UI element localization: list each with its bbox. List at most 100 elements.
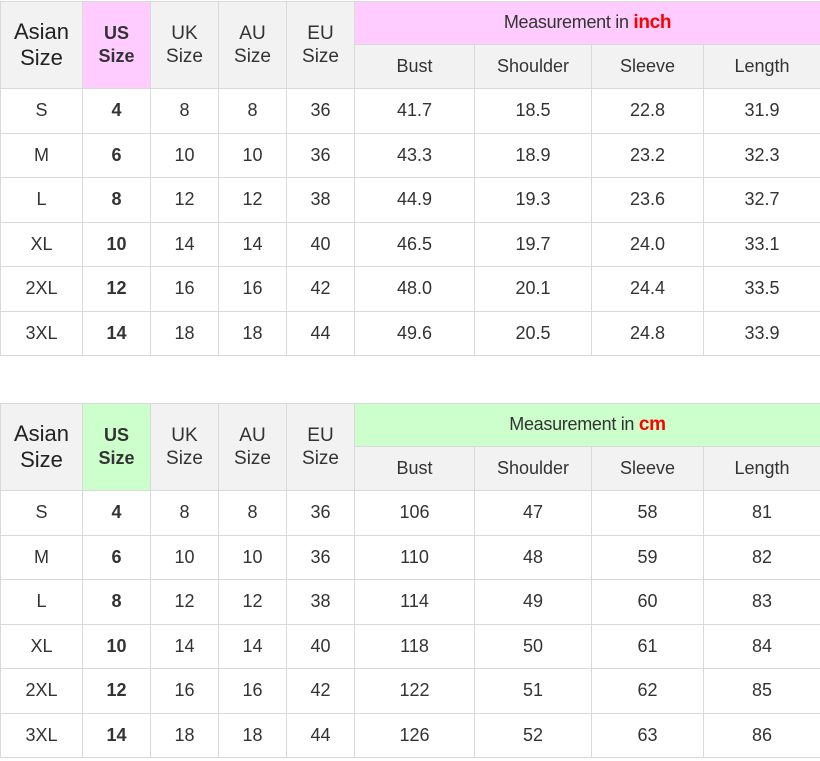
table-row: 2XL 12 16 16 42 48.0 20.1 24.4 33.5: [0, 266, 820, 312]
size-chart-inch: Asian Size US Size UK Size AU Size EU Size Me…: [0, 1, 820, 356]
cell-asian-size: L: [0, 177, 83, 223]
cell-uk-size: 8: [150, 88, 219, 134]
cell-length: 84: [703, 623, 820, 669]
table-row: XL 10 14 14 40 46.5 19.7 24.0 33.1: [0, 221, 820, 267]
cell-eu-size: 42: [286, 266, 355, 312]
cell-length: 86: [703, 712, 820, 758]
cell-length: 33.1: [702, 221, 820, 267]
cell-eu-size: 36: [286, 132, 355, 178]
cell-eu-size: 44: [286, 310, 355, 356]
cell-asian-size: 2XL: [0, 668, 83, 714]
cell-asian-size: 3XL: [0, 310, 83, 356]
cell-shoulder: 19.7: [474, 221, 592, 267]
header-sleeve: Sleeve: [591, 44, 704, 89]
table-row: XL 10 14 14 40 118 50 61 84: [0, 623, 820, 669]
cell-bust: 41.7: [354, 88, 475, 134]
cell-uk-size: 10: [150, 132, 219, 178]
header-shoulder: Shoulder: [474, 446, 592, 491]
header-length: Length: [703, 446, 820, 491]
cell-us-size: 14: [82, 310, 151, 356]
cell-au-size: 18: [218, 310, 287, 356]
cell-uk-size: 18: [150, 310, 219, 356]
cell-uk-size: 14: [150, 221, 219, 267]
cell-au-size: 8: [218, 490, 287, 536]
cell-eu-size: 42: [286, 668, 355, 714]
cell-sleeve: 23.2: [591, 132, 704, 178]
cell-asian-size: S: [0, 88, 83, 134]
cell-asian-size: XL: [0, 623, 83, 669]
cell-au-size: 12: [218, 579, 287, 625]
cell-us-size: 8: [82, 579, 151, 625]
cell-length: 32.3: [702, 132, 820, 178]
table-row: S 4 8 8 36 41.7 18.5 22.8 31.9: [0, 88, 820, 134]
cell-length: 81: [703, 490, 820, 536]
header-au-size: AU Size: [218, 403, 287, 491]
cell-us-size: 6: [82, 534, 151, 580]
cell-asian-size: M: [0, 132, 83, 178]
cell-eu-size: 36: [286, 490, 355, 536]
cell-asian-size: XL: [0, 221, 83, 267]
cell-sleeve: 24.8: [591, 310, 704, 356]
header-length: Length: [702, 44, 820, 89]
table-row: M 6 10 10 36 43.3 18.9 23.2 32.3: [0, 132, 820, 178]
cell-uk-size: 8: [150, 490, 219, 536]
header-asian-size: Asian Size: [0, 403, 83, 491]
cell-shoulder: 50: [474, 623, 592, 669]
cell-uk-size: 16: [150, 266, 219, 312]
cell-shoulder: 52: [474, 712, 592, 758]
cell-uk-size: 12: [150, 579, 219, 625]
cell-uk-size: 10: [150, 534, 219, 580]
cell-bust: 118: [354, 623, 475, 669]
cell-sleeve: 22.8: [591, 88, 704, 134]
header-eu-size: EU Size: [286, 1, 355, 89]
header-au-size: AU Size: [218, 1, 287, 89]
header-us-size: US Size: [82, 1, 151, 89]
cell-shoulder: 19.3: [474, 177, 592, 223]
table-body: S 4 8 8 36 41.7 18.5 22.8 31.9 M 6 10 10 36 43.3 18.9 23…: [0, 88, 820, 356]
cell-eu-size: 40: [286, 623, 355, 669]
cell-us-size: 8: [82, 177, 151, 223]
cell-length: 83: [703, 579, 820, 625]
cell-shoulder: 48: [474, 534, 592, 580]
header-uk-size: UK Size: [150, 403, 219, 491]
cell-uk-size: 14: [150, 623, 219, 669]
cell-bust: 126: [354, 712, 475, 758]
cell-eu-size: 44: [286, 712, 355, 758]
header-eu-size: EU Size: [286, 403, 355, 491]
table-row: L 8 12 12 38 114 49 60 83: [0, 579, 820, 625]
cell-asian-size: M: [0, 534, 83, 580]
cell-au-size: 18: [218, 712, 287, 758]
cell-sleeve: 63: [591, 712, 704, 758]
cell-au-size: 14: [218, 221, 287, 267]
cell-us-size: 6: [82, 132, 151, 178]
header-bust: Bust: [354, 446, 475, 491]
cell-eu-size: 36: [286, 88, 355, 134]
cell-length: 31.9: [702, 88, 820, 134]
cell-bust: 48.0: [354, 266, 475, 312]
cell-au-size: 16: [218, 266, 287, 312]
table-row: 3XL 14 18 18 44 49.6 20.5 24.8 33.9: [0, 310, 820, 356]
cell-us-size: 12: [82, 668, 151, 714]
cell-sleeve: 61: [591, 623, 704, 669]
cell-shoulder: 47: [474, 490, 592, 536]
cell-length: 82: [703, 534, 820, 580]
cell-length: 85: [703, 668, 820, 714]
cell-au-size: 8: [218, 88, 287, 134]
cell-sleeve: 59: [591, 534, 704, 580]
cell-au-size: 12: [218, 177, 287, 223]
cell-length: 32.7: [702, 177, 820, 223]
cell-au-size: 10: [218, 534, 287, 580]
cell-shoulder: 20.1: [474, 266, 592, 312]
table-row: S 4 8 8 36 106 47 58 81: [0, 490, 820, 536]
cell-bust: 122: [354, 668, 475, 714]
cell-au-size: 10: [218, 132, 287, 178]
header-asian-size: Asian Size: [0, 1, 83, 89]
table-row: 3XL 14 18 18 44 126 52 63 86: [0, 712, 820, 758]
cell-sleeve: 23.6: [591, 177, 704, 223]
cell-length: 33.9: [702, 310, 820, 356]
cell-eu-size: 40: [286, 221, 355, 267]
table-row: 2XL 12 16 16 42 122 51 62 85: [0, 668, 820, 714]
header-uk-size: UK Size: [150, 1, 219, 89]
cell-eu-size: 38: [286, 579, 355, 625]
cell-uk-size: 16: [150, 668, 219, 714]
